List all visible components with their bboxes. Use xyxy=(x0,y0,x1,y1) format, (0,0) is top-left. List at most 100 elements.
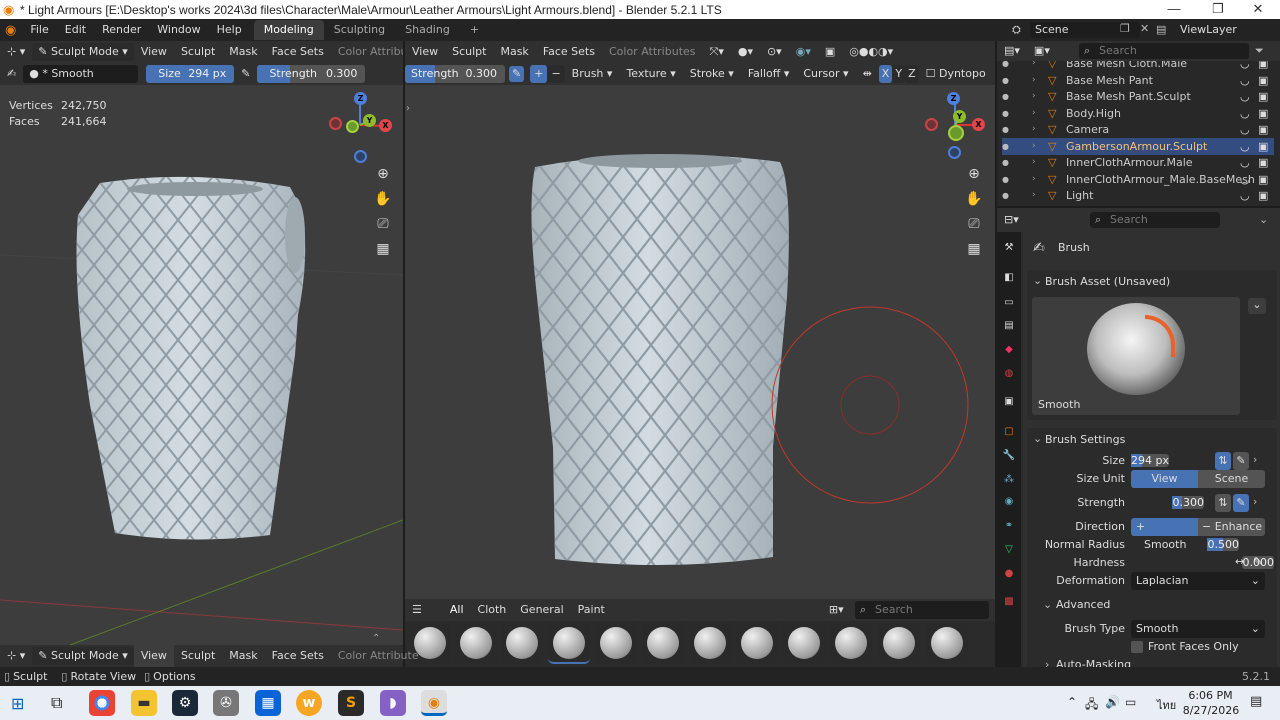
add-workspace-button[interactable]: + xyxy=(460,20,489,40)
hardness-pressure-icon[interactable]: ✎ xyxy=(1253,555,1262,568)
render-camera-icon[interactable]: ▣ xyxy=(1258,105,1268,122)
size-prop-field[interactable]: 294 px xyxy=(1131,454,1169,467)
menu-file[interactable]: File xyxy=(22,19,56,41)
brush-thumb-clay-strips[interactable] xyxy=(501,622,543,664)
visibility-eye-icon[interactable]: ◡ xyxy=(1240,88,1250,105)
menu-sculpt[interactable]: Sculpt xyxy=(174,41,222,63)
brush-thumb-clay[interactable] xyxy=(455,622,497,664)
render-camera-icon[interactable]: ▣ xyxy=(1258,61,1268,72)
outliner-row[interactable]: ● › ▽ Light ◡ ▣ xyxy=(1002,187,1274,204)
direction-enhance-button[interactable]: − Enhance ... xyxy=(1198,518,1265,536)
brush-thumb-elastic[interactable] xyxy=(689,622,731,664)
menu-sculpt-bottom[interactable]: Sculpt xyxy=(174,645,222,667)
tool-tab-icon[interactable]: ⚒ xyxy=(1001,240,1017,256)
settings-panel-title[interactable]: Brush Settings xyxy=(1045,433,1125,446)
symmetry-z-toggle[interactable]: Z xyxy=(905,65,919,83)
expand-arrow-icon[interactable]: › xyxy=(1032,187,1036,204)
shelf-tab-cloth[interactable]: Cloth xyxy=(471,599,514,621)
falloff-menu[interactable]: Falloff ▾ xyxy=(741,63,797,85)
outliner-row[interactable]: ● › ▽ InnerClothArmour_Male.BaseMesh ◡ ▣ xyxy=(1002,171,1274,188)
outliner-search-input[interactable]: ⌕ Search xyxy=(1079,43,1249,59)
dyntopo-toggle[interactable]: ☐ Dyntopo xyxy=(919,63,993,85)
data-tab-icon[interactable]: ▽ xyxy=(1001,542,1017,558)
zoom-icon[interactable]: ⊕ xyxy=(372,163,394,185)
output-tab-icon[interactable]: ▭ xyxy=(1001,295,1017,311)
visibility-eye-icon[interactable]: ◡ xyxy=(1240,187,1250,204)
tray-network-icon[interactable]: 🖧 xyxy=(1085,695,1098,716)
gizmo-z-axis[interactable]: Z xyxy=(354,92,367,105)
menu-face-sets-right[interactable]: Face Sets xyxy=(536,41,602,63)
menu-mask-right[interactable]: Mask xyxy=(493,41,535,63)
tray-volume-icon[interactable]: 🔊 xyxy=(1105,695,1120,709)
constraints-tab-icon[interactable]: ⚭ xyxy=(1001,518,1017,534)
camera-view-icon-right[interactable]: ⎚ xyxy=(963,213,985,235)
steam-taskbar-icon[interactable]: ⚙ xyxy=(172,690,198,716)
render-camera-icon[interactable]: ▣ xyxy=(1258,88,1268,105)
brush-tool-icon[interactable]: ✍ xyxy=(0,63,23,85)
color-attribute-menu-bottom[interactable]: Color Attribute xyxy=(331,645,426,667)
tray-chevron-icon[interactable]: ⌃ xyxy=(1067,695,1077,709)
expand-arrow-icon[interactable]: › xyxy=(1032,138,1036,155)
visual-studio-taskbar-icon[interactable]: ◗ xyxy=(380,690,406,716)
gimp-taskbar-icon[interactable]: ✇ xyxy=(213,690,239,716)
menu-face-sets[interactable]: Face Sets xyxy=(265,41,331,63)
visibility-eye-icon[interactable]: ◡ xyxy=(1240,72,1250,89)
advanced-chevron-icon[interactable]: ⌄ xyxy=(1043,598,1052,611)
settings-panel-chevron-icon[interactable]: ⌄ xyxy=(1033,432,1042,445)
visibility-eye-icon[interactable]: ◡ xyxy=(1240,154,1250,171)
texture-tab-icon[interactable]: ▩ xyxy=(1001,594,1017,610)
zoom-icon-right[interactable]: ⊕ xyxy=(963,163,985,185)
new-scene-icon[interactable]: ❐ xyxy=(1120,22,1130,35)
brush-thumb-crease[interactable] xyxy=(548,622,590,664)
render-camera-icon[interactable]: ▣ xyxy=(1258,121,1268,138)
menu-view[interactable]: View xyxy=(134,41,174,63)
view-layer-tab-icon[interactable]: ▤ xyxy=(1001,318,1017,334)
gizmo-neg-y-right[interactable] xyxy=(948,125,964,141)
size-unit-view-button[interactable]: View xyxy=(1131,470,1198,488)
gizmo-neg-x-right[interactable] xyxy=(925,118,938,131)
symmetry-x-toggle[interactable]: X xyxy=(878,65,893,83)
scene-tab-icon[interactable]: ◆ xyxy=(1001,342,1017,358)
workspace-tab-sculpting[interactable]: Sculpting xyxy=(324,20,395,40)
properties-search-input[interactable]: ⌕ Search xyxy=(1090,212,1220,228)
render-camera-icon[interactable]: ▣ xyxy=(1258,171,1268,188)
row-dot-icon[interactable]: ● xyxy=(1002,121,1009,138)
tool-strength-field[interactable]: Strength 0.300 xyxy=(257,65,366,83)
brush-asset-preview[interactable]: Smooth xyxy=(1032,297,1240,415)
maximize-button[interactable]: ❐ xyxy=(1203,1,1233,17)
blender-taskbar-icon[interactable]: ◉ xyxy=(421,690,447,716)
brush-type-dropdown[interactable]: Smooth ⌄ xyxy=(1131,620,1265,638)
gizmo-y-axis-right[interactable]: Y xyxy=(953,110,966,123)
toolbar-expand-arrow[interactable]: › xyxy=(406,103,410,114)
row-dot-icon[interactable]: ● xyxy=(1002,61,1009,72)
right-3d-viewport[interactable]: › Z X Y ⊕ ✋ ⎚ ▦ xyxy=(405,85,995,599)
deformation-dropdown[interactable]: Laplacian ⌄ xyxy=(1131,572,1265,590)
expand-arrow-icon[interactable]: › xyxy=(1032,154,1036,171)
object-tab-icon[interactable]: ▢ xyxy=(1001,424,1017,440)
outliner-editor-icon[interactable]: ▤▾ xyxy=(997,40,1027,62)
size-pressure-icon[interactable]: ✎ xyxy=(234,63,257,85)
properties-editor-icon[interactable]: ⊟▾ xyxy=(997,209,1026,231)
asset-panel-chevron-icon[interactable]: ⌄ xyxy=(1033,274,1042,287)
visibility-eye-icon[interactable]: ◡ xyxy=(1240,171,1250,188)
tool-size-field[interactable]: Size 294 px xyxy=(146,65,235,83)
modifier-tab-icon[interactable]: 🔧 xyxy=(1001,448,1017,464)
close-button[interactable]: ✕ xyxy=(1243,1,1273,17)
expand-arrow-icon[interactable]: › xyxy=(1032,121,1036,138)
expand-arrow-icon[interactable]: › xyxy=(1032,61,1036,72)
xray-icon[interactable]: ▣ xyxy=(818,41,842,63)
strength-pressure-toggle-icon[interactable]: ✎ xyxy=(1233,494,1249,512)
pan-hand-icon[interactable]: ✋ xyxy=(372,188,394,210)
tray-date[interactable]: 8/27/2026 xyxy=(1180,704,1242,717)
brush-selector[interactable]: ● * Smooth xyxy=(23,65,139,83)
view-layer-name[interactable]: ViewLayer xyxy=(1174,22,1264,38)
row-dot-icon[interactable]: ● xyxy=(1002,171,1009,188)
gizmo-y-axis[interactable]: Y xyxy=(363,114,376,127)
shading-modes-icon[interactable]: ◎●◐◑▾ xyxy=(842,41,900,63)
pan-hand-icon-right[interactable]: ✋ xyxy=(963,188,985,210)
advanced-panel-title[interactable]: Advanced xyxy=(1056,598,1110,611)
tray-time[interactable]: 6:06 PM xyxy=(1188,689,1233,702)
word-app-taskbar-icon[interactable]: w xyxy=(296,690,322,716)
expand-arrow-icon[interactable]: › xyxy=(1032,72,1036,89)
visibility-eye-icon[interactable]: ◡ xyxy=(1240,121,1250,138)
